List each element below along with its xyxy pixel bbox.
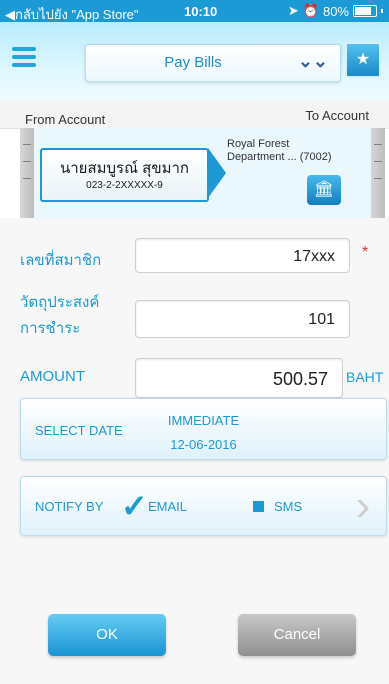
header: Pay Bills ⌄⌄ ★ bbox=[0, 22, 389, 100]
date-mode: IMMEDIATE bbox=[167, 413, 240, 428]
from-account-number: 023-2-2XXXXX-9 bbox=[86, 180, 163, 191]
amount-input[interactable]: 500.57 bbox=[135, 358, 343, 398]
account-labels: From Account To Account bbox=[0, 100, 389, 129]
email-option[interactable]: EMAIL bbox=[148, 499, 187, 514]
page-title: Pay Bills bbox=[164, 54, 222, 71]
amount-label: AMOUNT bbox=[20, 368, 85, 385]
hamburger-menu-icon[interactable] bbox=[12, 47, 36, 67]
to-account-line1: Royal Forest bbox=[227, 138, 290, 150]
payment-purpose-label-line2: การชำระ bbox=[20, 320, 81, 337]
account-panel: นายสมบูรณ์ สุขมาก 023-2-2XXXXX-9 Royal F… bbox=[20, 128, 385, 219]
location-arrow-icon: ➤ bbox=[287, 3, 299, 18]
status-bar: ◀กลับไปยัง "App Store" 10:10 ➤ ⏰ 80% bbox=[0, 0, 389, 22]
sms-checkbox[interactable] bbox=[253, 501, 264, 512]
transaction-type-selector[interactable]: Pay Bills ⌄⌄ bbox=[85, 44, 341, 82]
from-account-label: From Account bbox=[25, 112, 106, 127]
payment-purpose-label-line1: วัตถุประสงค์ bbox=[20, 294, 100, 311]
from-account-name: นายสมบูรณ์ สุขมาก bbox=[60, 160, 189, 177]
battery-percent: 80% bbox=[322, 3, 349, 19]
to-account-label: To Account bbox=[305, 108, 369, 123]
date-value: 12-06-2016 bbox=[170, 437, 237, 452]
battery-icon bbox=[353, 5, 377, 17]
chevron-right-icon[interactable]: › bbox=[346, 481, 380, 531]
to-account-line2: Department ... (7002) bbox=[227, 151, 332, 163]
member-number-input[interactable]: 17xxx bbox=[135, 238, 350, 273]
ok-button[interactable]: OK bbox=[48, 614, 166, 656]
required-mark: * bbox=[362, 244, 369, 261]
member-number-label: เลขที่สมาชิก bbox=[20, 252, 102, 269]
status-time: 10:10 bbox=[184, 4, 218, 19]
right-drag-handle-icon[interactable] bbox=[371, 128, 385, 218]
status-right: ➤ ⏰ 80% bbox=[288, 3, 383, 19]
sms-option[interactable]: SMS bbox=[274, 499, 302, 514]
email-checkmark-icon[interactable]: ✓ bbox=[121, 487, 148, 525]
to-account-name[interactable]: Royal Forest Department ... (7002) bbox=[227, 138, 377, 164]
payment-purpose-input[interactable]: 101 bbox=[135, 300, 350, 338]
select-date-panel[interactable]: SELECT DATE IMMEDIATE 12-06-2016 bbox=[20, 398, 387, 460]
transfer-arrow-icon bbox=[208, 148, 226, 198]
double-chevron-down-icon: ⌄⌄ bbox=[297, 51, 328, 71]
notify-by-panel[interactable]: NOTIFY BY ✓ EMAIL SMS › bbox=[20, 476, 387, 536]
bank-building-icon[interactable]: 🏛 bbox=[307, 175, 341, 205]
bookmark-star-icon[interactable]: ★ bbox=[345, 42, 381, 78]
left-drag-handle-icon[interactable] bbox=[20, 128, 34, 218]
alarm-icon: ⏰ bbox=[302, 3, 319, 18]
notify-by-label: NOTIFY BY bbox=[35, 499, 104, 514]
from-account-card[interactable]: นายสมบูรณ์ สุขมาก 023-2-2XXXXX-9 bbox=[40, 148, 209, 202]
cancel-button[interactable]: Cancel bbox=[238, 614, 356, 656]
battery-nub bbox=[381, 9, 383, 13]
amount-unit: BAHT bbox=[346, 369, 384, 385]
